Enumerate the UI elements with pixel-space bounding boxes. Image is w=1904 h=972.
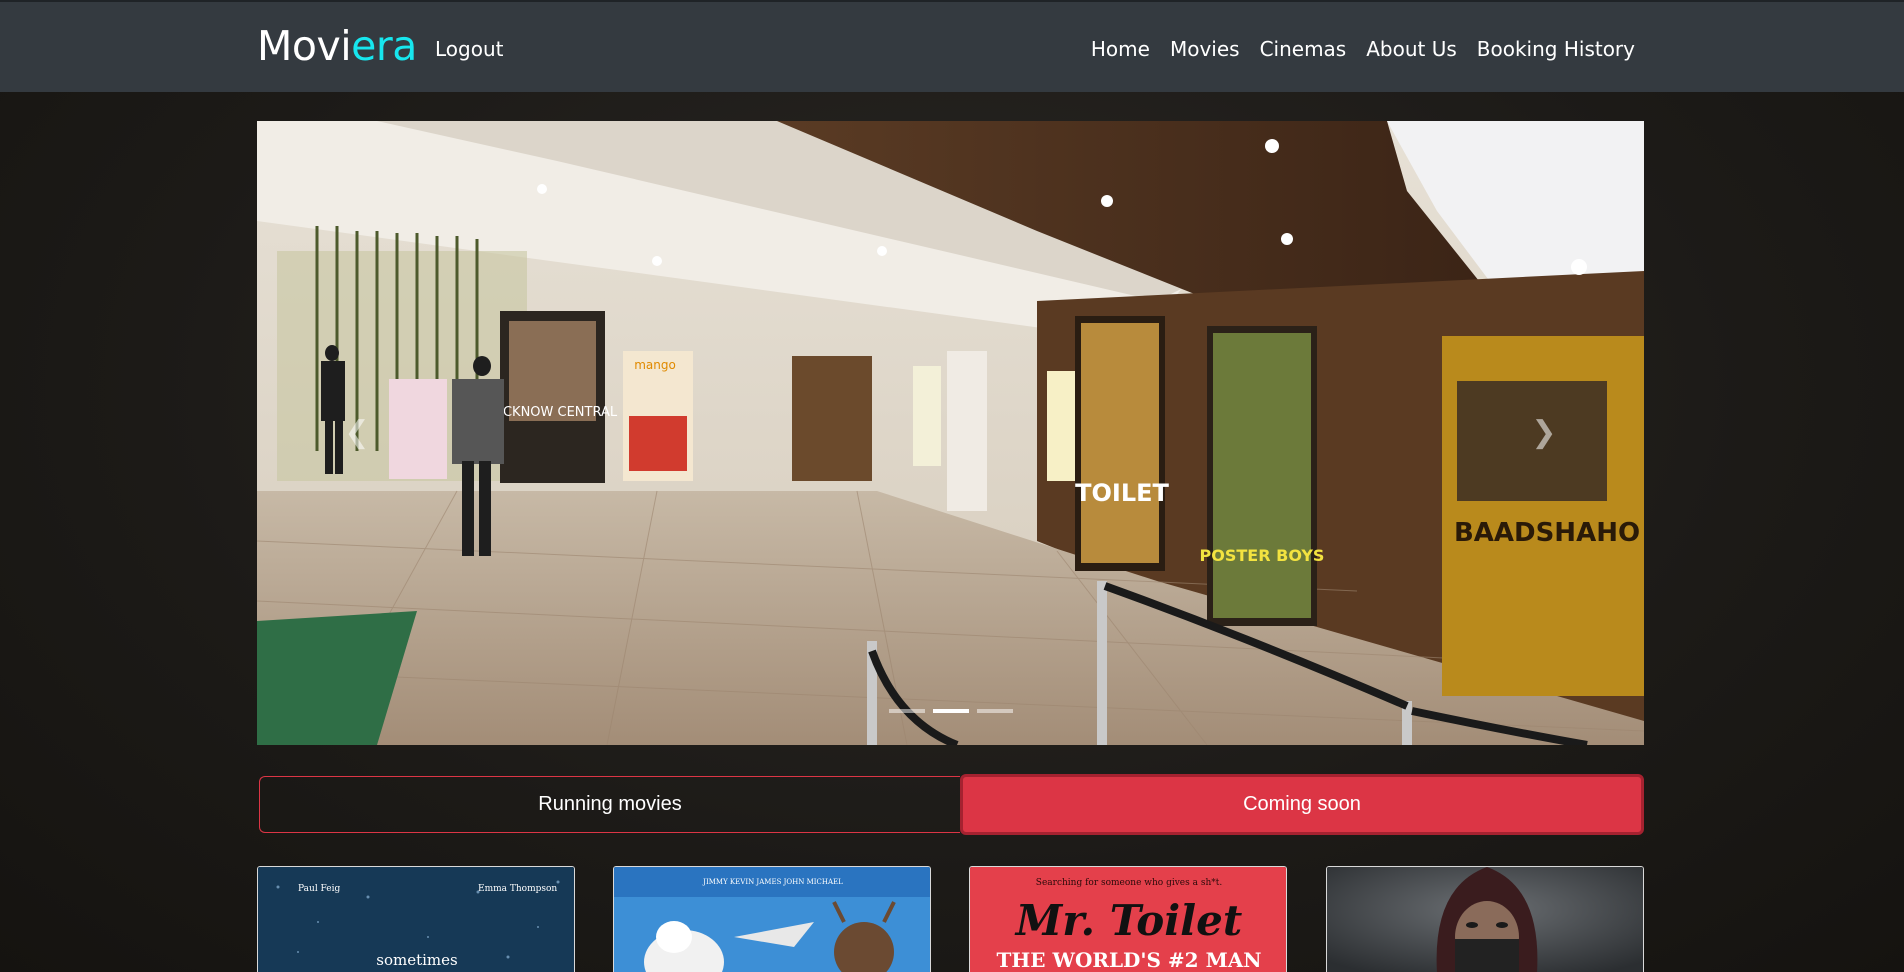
movie-poster-1: Paul Feig Emma Thompson sometimes [258,867,574,972]
poster-1-credits-1: Paul Feig [298,884,341,894]
standee-poster-boys-text: POSTER BOYS [1200,546,1325,565]
standee-mango-text: mango [634,358,676,372]
brand-part-1: Movi [257,22,352,70]
nav-about-us[interactable]: About Us [1366,36,1457,62]
tab-coming-soon[interactable]: Coming soon [960,774,1644,835]
nav-movies[interactable]: Movies [1170,36,1240,62]
poster-1-credits-2: Emma Thompson [478,884,557,894]
poster-3-title: Mr. Toilet [1014,896,1243,945]
movie-card-2[interactable]: JIMMY KEVIN JAMES JOHN MICHAEL [613,866,931,972]
brand-logo[interactable]: Moviera [257,20,417,72]
nav-cinemas[interactable]: Cinemas [1260,36,1347,62]
nav-home[interactable]: Home [1091,36,1150,62]
chevron-left-icon: ❮ [344,415,370,450]
carousel-slide-image: LUCKNOW CENTRAL mango TOILET POSTER BOYS… [257,121,1644,745]
poster-3-subtitle: THE WORLD'S #2 MAN [997,948,1262,972]
poster-1-title: sometimes [376,951,457,969]
top-navbar: Moviera Logout Home Movies Cinemas About… [0,0,1904,92]
chevron-right-icon: ❯ [1531,415,1557,450]
movie-card-3[interactable]: Searching for someone who gives a sh*t. … [969,866,1287,972]
nav-booking-history[interactable]: Booking History [1477,36,1635,62]
movie-card-4[interactable] [1326,866,1644,972]
movie-poster-3: Searching for someone who gives a sh*t. … [970,867,1286,972]
movie-poster-4 [1327,867,1643,972]
carousel-indicator-2[interactable] [932,709,969,713]
brand-part-2: era [351,22,417,70]
poster-3-tagline: Searching for someone who gives a sh*t. [1036,878,1223,888]
movie-grid: Paul Feig Emma Thompson sometimes JIMMY … [257,866,1644,972]
carousel-prev-button[interactable]: ❮ [337,408,377,458]
movie-card-1[interactable]: Paul Feig Emma Thompson sometimes [257,866,575,972]
carousel-indicator-1[interactable] [888,709,925,713]
movie-tabs: Running movies Coming soon [259,774,1644,835]
hero-carousel: LUCKNOW CENTRAL mango TOILET POSTER BOYS… [257,121,1644,745]
poster-2-credits: JIMMY KEVIN JAMES JOHN MICHAEL [702,878,843,886]
movie-poster-2: JIMMY KEVIN JAMES JOHN MICHAEL [614,867,930,972]
standee-toilet-text: TOILET [1075,479,1169,507]
carousel-indicator-3[interactable] [976,709,1013,713]
standee-baadshaho-text: BAADSHAHO [1454,518,1640,548]
logout-link[interactable]: Logout [435,36,503,62]
carousel-indicators [257,709,1644,713]
main-nav: Home Movies Cinemas About Us Booking His… [1071,36,1635,62]
tab-running-movies[interactable]: Running movies [259,776,960,833]
carousel-next-button[interactable]: ❯ [1524,408,1564,458]
standee-lucknow-central-text: LUCKNOW CENTRAL [487,405,618,420]
